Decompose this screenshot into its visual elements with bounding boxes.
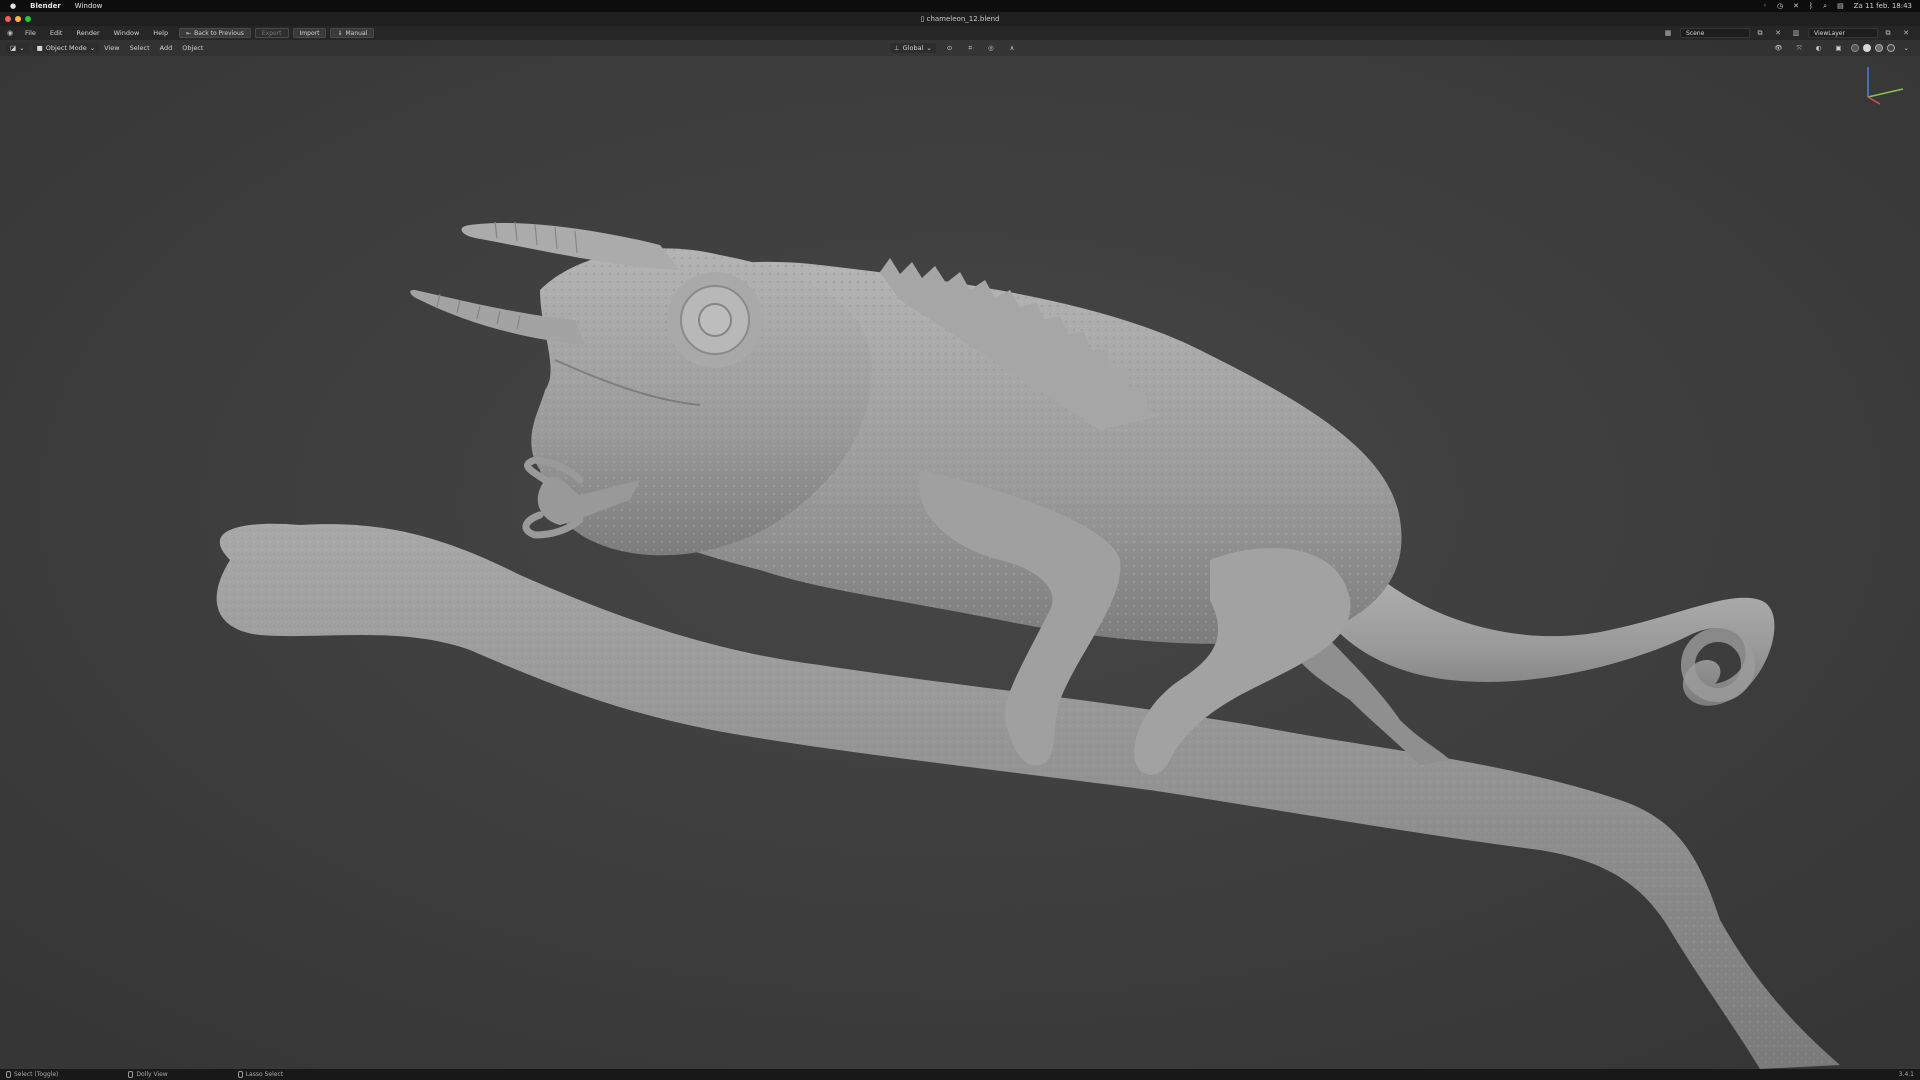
scene-name: Scene [1686, 29, 1705, 37]
orientation-label: Global [902, 44, 924, 52]
export-label: Export [261, 29, 282, 37]
editor-type-dropdown[interactable]: ◪ ⌄ [6, 43, 29, 53]
material-shading-icon[interactable] [1874, 44, 1883, 52]
view-layer-name: ViewLayer [1814, 29, 1845, 37]
middle-mouse-icon [128, 1071, 134, 1078]
menu-add[interactable]: Add [160, 44, 173, 52]
menu-edit[interactable]: Edit [50, 29, 63, 37]
rendered-shading-icon[interactable] [1886, 44, 1895, 52]
overlays-icon[interactable]: ◐ [1816, 44, 1822, 52]
menu-view[interactable]: View [104, 44, 119, 52]
manual-label: Manual [345, 29, 368, 37]
menu-object[interactable]: Object [182, 44, 203, 52]
statusbar: Select (Toggle) Dolly View Lasso Select … [0, 1069, 1920, 1080]
status-dolly: Dolly View [128, 1071, 168, 1078]
status-select: Select (Toggle) [6, 1071, 58, 1078]
falloff-icon[interactable]: ∧ [1010, 44, 1015, 52]
chevron-down-icon[interactable]: ⌄ [1904, 44, 1909, 52]
manual-button[interactable]: ⇓ Manual [330, 28, 375, 38]
import-button[interactable]: Import [292, 28, 327, 38]
mode-label: Object Mode [45, 44, 87, 52]
download-icon: ⇓ [337, 29, 343, 37]
status-lasso-label: Lasso Select [245, 1071, 284, 1078]
scene-icon[interactable]: ▦ [1662, 28, 1674, 38]
chevron-down-icon: ⌄ [89, 44, 96, 52]
gizmo-toggle-icon[interactable]: ⤧ [1797, 44, 1802, 53]
mode-dropdown[interactable]: ■ Object Mode ⌄ [32, 43, 100, 53]
viewport-display-controls: 👁 ⤧ ◐ ▣ ⌄ [1769, 44, 1914, 53]
menu-file[interactable]: File [25, 29, 36, 37]
macos-menubar: ● Blender Window ◦ ◷ ✕ ᛒ ⌕ ▤ Za 11 feb. … [0, 0, 1920, 12]
time-machine-icon[interactable]: ◷ [1777, 2, 1783, 10]
window-title-text: chameleon_12.blend [926, 15, 1000, 23]
visibility-icon[interactable]: 👁 [1774, 44, 1782, 52]
left-mouse-icon [6, 1071, 11, 1078]
view-layer-selector[interactable]: ViewLayer [1808, 28, 1878, 38]
3d-viewport[interactable] [0, 40, 1920, 1069]
app-menu[interactable]: Blender [30, 2, 61, 10]
blender-version: 3.4.1 [1898, 1071, 1914, 1078]
proportional-edit-icon[interactable]: ◎ [988, 44, 994, 52]
export-button[interactable]: Export [254, 28, 289, 38]
snap-icon[interactable]: ⌗ [968, 44, 972, 53]
menu-help[interactable]: Help [153, 29, 168, 37]
transform-controls: ⊥ Global ⌄ ⊙ ⌗ ◎ ∧ [890, 43, 1019, 53]
scene-selector[interactable]: Scene [1680, 28, 1750, 38]
menu-window[interactable]: Window [114, 29, 140, 37]
apple-icon[interactable]: ● [10, 2, 16, 10]
wireframe-shading-icon[interactable] [1850, 44, 1859, 52]
back-icon: ⇤ [186, 29, 192, 37]
status-select-label: Select (Toggle) [14, 1071, 59, 1078]
new-view-layer-icon[interactable]: ⧉ [1882, 28, 1894, 38]
3d-view-icon: ◪ [10, 44, 17, 52]
viewport-scene[interactable] [0, 40, 1920, 1069]
delete-view-layer-icon[interactable]: ✕ [1900, 28, 1912, 38]
chevron-down-icon: ⌄ [926, 44, 932, 52]
window-titlebar: ▯ chameleon_12.blend [0, 12, 1920, 26]
vpn-icon[interactable]: ✕ [1793, 2, 1799, 10]
clock[interactable]: Za 11 feb. 18:43 [1854, 2, 1912, 10]
viewport-header: ◪ ⌄ ■ Object Mode ⌄ View Select Add Objec… [0, 40, 1920, 56]
menu-select[interactable]: Select [130, 44, 150, 52]
pivot-icon[interactable]: ⊙ [947, 44, 952, 52]
bluetooth-icon[interactable]: ᛒ [1809, 2, 1813, 10]
right-mouse-icon [237, 1071, 243, 1078]
delete-scene-icon[interactable]: ✕ [1772, 28, 1784, 38]
back-to-previous-button[interactable]: ⇤ Back to Previous [179, 28, 251, 38]
chevron-down-icon: ⌄ [19, 44, 25, 52]
object-mode-icon: ■ [36, 44, 43, 52]
blender-logo-icon[interactable]: ◉ [4, 28, 16, 38]
axis-icon: ⊥ [894, 44, 900, 52]
xray-icon[interactable]: ▣ [1835, 44, 1841, 52]
blender-topbar: ◉ File Edit Render Window Help ⇤ Back to… [0, 26, 1920, 40]
status-icon[interactable]: ◦ [1763, 2, 1767, 10]
spotlight-icon[interactable]: ⌕ [1823, 2, 1827, 11]
orientation-dropdown[interactable]: ⊥ Global ⌄ [890, 43, 936, 53]
window-menu[interactable]: Window [75, 2, 103, 10]
control-center-icon[interactable]: ▤ [1837, 2, 1844, 10]
solid-shading-icon[interactable] [1862, 44, 1871, 52]
window-title: ▯ chameleon_12.blend [0, 15, 1920, 23]
eye-pupil [698, 303, 732, 337]
menu-render[interactable]: Render [76, 29, 99, 37]
status-dolly-label: Dolly View [136, 1071, 168, 1078]
import-label: Import [299, 29, 320, 37]
status-lasso: Lasso Select [237, 1071, 284, 1078]
back-to-previous-label: Back to Previous [194, 29, 244, 37]
view-layer-icon[interactable]: ▥ [1790, 28, 1802, 38]
new-scene-icon[interactable]: ⧉ [1754, 28, 1766, 38]
